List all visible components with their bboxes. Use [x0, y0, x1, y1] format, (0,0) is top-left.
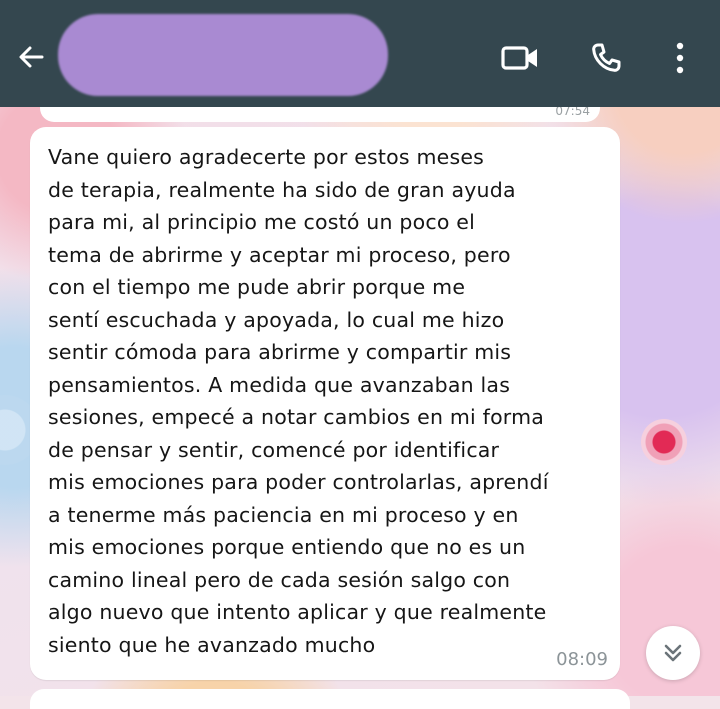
message-line: mis emociones para poder controlarlas, a… — [48, 470, 549, 494]
double-chevron-down-icon — [664, 644, 682, 662]
more-options-button[interactable] — [660, 38, 700, 78]
back-button[interactable] — [12, 38, 50, 76]
message-line: de pensar y sentir, comencé por identifi… — [48, 437, 500, 462]
message-line: mis emociones porque entiendo que no es … — [48, 535, 526, 559]
wallpaper-donut — [641, 419, 687, 465]
phone-icon — [592, 43, 621, 72]
message-line: camino lineal pero de cada sesión salgo … — [48, 567, 511, 592]
message-line: tema de abrirme y aceptar mi proceso, pe… — [48, 242, 511, 267]
message-line: siento que he avanzado mucho — [48, 632, 376, 657]
message-line: sentí escuchada y apoyada, lo cual me hi… — [48, 307, 505, 332]
video-call-button[interactable] — [500, 38, 540, 78]
chat-header — [0, 0, 720, 107]
arrow-left-icon — [19, 46, 44, 68]
voice-call-button[interactable] — [586, 38, 626, 78]
video-camera-icon — [501, 46, 537, 70]
more-vertical-icon — [676, 42, 684, 74]
scroll-to-bottom-button[interactable] — [646, 626, 700, 680]
contact-name-redacted[interactable] — [58, 14, 388, 96]
message-line: sentir cómoda para abrirme y compartir m… — [48, 340, 512, 364]
message-text: Vane quiero agradecerte por estos meses … — [48, 141, 608, 661]
message-line: sesiones, empecé a notar cambios en mi f… — [48, 405, 545, 429]
message-line: Vane quiero agradecerte por estos meses — [48, 145, 485, 169]
message-line: con el tiempo me pude abrir porque me — [48, 275, 466, 299]
message-time: 08:09 — [556, 649, 608, 670]
message-bubble[interactable]: Vane quiero agradecerte por estos meses … — [30, 127, 620, 680]
message-line: a tenerme más paciencia en mi proceso y … — [48, 502, 519, 527]
next-message-bubble[interactable] — [30, 689, 630, 709]
message-line: algo nuevo que intento aplicar y que rea… — [48, 600, 547, 624]
message-line: para mi, al principio me costó un poco e… — [48, 210, 475, 234]
message-line: pensamientos. A medida que avanzaban las — [48, 372, 511, 397]
message-line: de terapia, realmente ha sido de gran ay… — [48, 177, 516, 202]
